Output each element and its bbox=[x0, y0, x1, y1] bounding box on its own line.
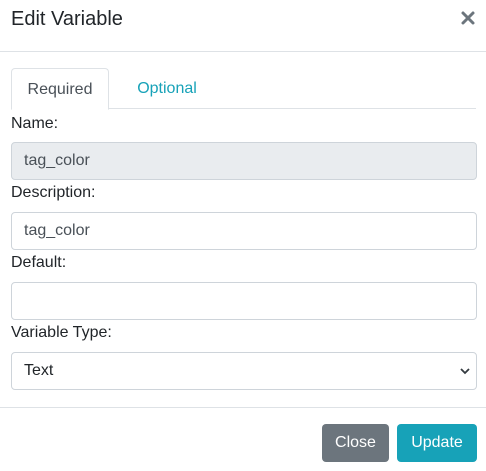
description-label: Description: bbox=[11, 184, 96, 201]
variable-type-value: Text bbox=[24, 362, 54, 379]
name-field: tag_color bbox=[11, 142, 477, 180]
variable-type-label: Variable Type: bbox=[11, 324, 112, 341]
variable-type-select[interactable]: Text bbox=[11, 352, 477, 390]
description-field[interactable]: tag_color bbox=[11, 212, 477, 250]
close-button[interactable]: Close bbox=[322, 424, 389, 462]
default-label: Default: bbox=[11, 254, 67, 271]
tab-required[interactable]: Required bbox=[11, 68, 109, 110]
tab-bar: Required Optional bbox=[11, 68, 476, 110]
modal-header: Edit Variable bbox=[0, 0, 486, 52]
update-button[interactable]: Update bbox=[397, 424, 477, 462]
tab-optional[interactable]: Optional bbox=[121, 68, 213, 109]
name-label: Name: bbox=[11, 115, 59, 132]
default-field[interactable] bbox=[11, 282, 477, 320]
chevron-down-icon bbox=[460, 368, 470, 375]
edit-variable-modal: Edit Variable Required Optional Name: ta… bbox=[0, 0, 486, 471]
modal-footer: Close Update bbox=[0, 407, 486, 471]
modal-title: Edit Variable bbox=[11, 8, 123, 30]
close-icon[interactable] bbox=[458, 8, 478, 28]
